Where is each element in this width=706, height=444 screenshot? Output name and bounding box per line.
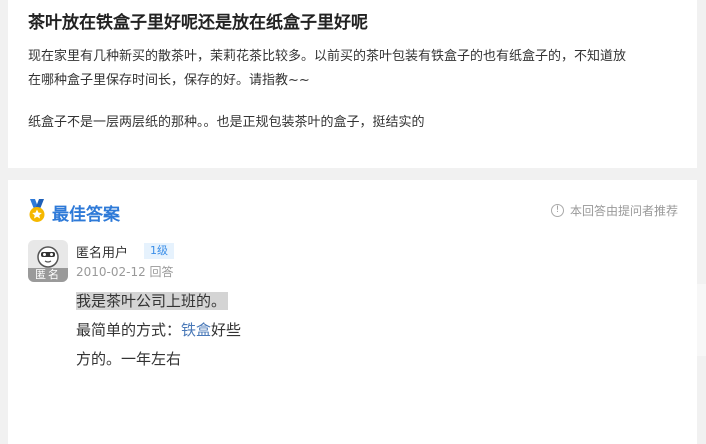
iron-box-link[interactable]: 铁盒 — [181, 321, 211, 339]
avatar[interactable]: 匿名 — [28, 240, 68, 282]
answer-date: 2010-02-12 回答 — [76, 265, 174, 279]
answer-line: 方的。一年左右 — [76, 350, 182, 368]
best-answer-label: 最佳答案 — [52, 205, 120, 225]
recommend-note-text: 本回答由提问者推荐 — [569, 204, 678, 218]
anonymous-badge: 匿名 — [28, 268, 68, 282]
recommend-note: ! 本回答由提问者推荐 — [550, 202, 678, 219]
best-answer-medal-icon — [29, 199, 45, 222]
question-description: 现在家里有几种新买的散茶叶，茉莉花茶比较多。以前买的茶叶包装有铁盒子的也有纸盒子… — [28, 45, 668, 93]
side-strip — [697, 284, 706, 356]
answer-content: 我是茶叶公司上班的。 最简单的方式：铁盒好些 方的。一年左右 — [76, 287, 241, 374]
answer-text-segment: 最简单的方式： — [76, 321, 182, 339]
question-card: 茶叶放在铁盒子里好呢还是放在纸盒子里好呢 现在家里有几种新买的散茶叶，茉莉花茶比… — [8, 0, 697, 168]
question-supplement: 纸盒子不是一层两层纸的那种。。也是正规包装茶叶的盒子，挺结实的 — [28, 115, 425, 130]
highlighted-text: 我是茶叶公司上班的。 — [76, 292, 229, 310]
question-description-line: 现在家里有几种新买的散茶叶，茉莉花茶比较多。以前买的茶叶包装有铁盒子的也有纸盒子… — [28, 49, 627, 64]
info-circle-icon: ! — [550, 204, 564, 217]
answer-text-segment: 好些 — [211, 321, 242, 339]
question-description-line: 在哪种盒子里保存时间长，保存的好。请指教~~ — [28, 73, 310, 88]
question-title: 茶叶放在铁盒子里好呢还是放在纸盒子里好呢 — [28, 13, 368, 33]
user-level-badge: 1级 — [144, 243, 174, 259]
answer-line: 我是茶叶公司上班的。 — [76, 287, 241, 316]
best-answer-card: 最佳答案 ! 本回答由提问者推荐 匿名 匿名用户 1级 2010-02-12 回… — [8, 180, 697, 444]
anonymous-avatar-icon — [37, 246, 59, 268]
answer-line: 最简单的方式：铁盒好些 — [76, 316, 241, 345]
answerer-name: 匿名用户 — [76, 246, 129, 261]
